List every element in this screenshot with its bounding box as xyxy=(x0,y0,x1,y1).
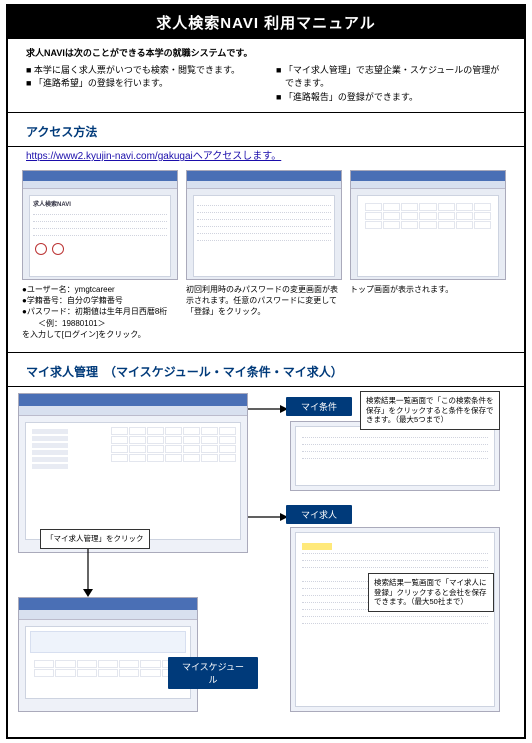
access-captions-row: ●ユーザー名：ymgtcareer ●学籍番号：自分の学籍番号 ●パスワード：初… xyxy=(8,280,524,352)
manage-diagram: 「マイ求人管理」をクリック マイスケジュール マイ条件 検索結果一覧画面で「この… xyxy=(8,387,524,737)
arrow-main-to-mykyujin xyxy=(248,511,290,523)
intro-bullet: ■ 「マイ求人管理」で志望企業・スケジュールの管理ができます。 xyxy=(276,64,506,91)
intro-col-right: ■ 「マイ求人管理」で志望企業・スケジュールの管理ができます。 ■ 「進路報告」… xyxy=(276,64,506,105)
note-save-conditions: 検索結果一覧画面で「この検索条件を保存」をクリックすると条件を保存できます。（最… xyxy=(360,391,500,430)
page-title: 求人検索NAVI 利用マニュアル xyxy=(8,6,524,39)
arrow-main-to-myjoken xyxy=(248,403,290,415)
intro-bullet: ■ 「進路希望」の登録を行います。 xyxy=(26,77,256,91)
caption-top: トップ画面が表示されます。 xyxy=(350,284,506,340)
cert-badge-icon xyxy=(52,243,64,255)
section-heading-access: アクセス方法 xyxy=(8,113,524,146)
access-url-link[interactable]: https://www2.kyujin-navi.com/gakugaiへアクセ… xyxy=(26,151,281,162)
screenshot-schedule xyxy=(18,597,198,712)
manual-page: 求人検索NAVI 利用マニュアル 求人NAVIは次のことができる本学の就職システ… xyxy=(6,4,526,739)
screenshot-app-label: 求人検索NAVI xyxy=(33,202,71,208)
note-save-company: 検索結果一覧画面で「マイ求人に登録」クリックすると会社を保存できます。（最大50… xyxy=(368,573,494,612)
caption-login: ●ユーザー名：ymgtcareer ●学籍番号：自分の学籍番号 ●パスワード：初… xyxy=(22,284,178,340)
caption-password: 初回利用時のみパスワードの変更画面が表示されます。任意のパスワードに変更して「登… xyxy=(186,284,342,340)
intro-block: 求人NAVIは次のことができる本学の就職システムです。 ■ 本学に届く求人票がい… xyxy=(8,39,524,112)
cert-badge-icon xyxy=(35,243,47,255)
intro-bullet: ■ 「進路報告」の登録ができます。 xyxy=(276,91,506,105)
access-url-line: https://www2.kyujin-navi.com/gakugaiへアクセ… xyxy=(8,147,524,170)
screenshot-mykyujin xyxy=(290,527,500,712)
callout-main: 「マイ求人管理」をクリック xyxy=(40,529,150,549)
screenshot-myjoken xyxy=(290,421,500,491)
tag-myjoken: マイ条件 xyxy=(286,397,352,416)
section-heading-manage: マイ求人管理 （マイスケジュール・マイ条件・マイ求人） xyxy=(8,353,524,386)
arrow-main-to-schedule xyxy=(68,547,108,602)
access-screenshots-row: 求人検索NAVI xyxy=(8,170,524,280)
screenshot-password-change xyxy=(186,170,342,280)
intro-col-left: ■ 本学に届く求人票がいつでも検索・閲覧できます。 ■ 「進路希望」の登録を行い… xyxy=(26,64,256,105)
screenshot-top xyxy=(350,170,506,280)
screenshot-login: 求人検索NAVI xyxy=(22,170,178,280)
intro-bullet: ■ 本学に届く求人票がいつでも検索・閲覧できます。 xyxy=(26,64,256,78)
tag-mykyujin: マイ求人 xyxy=(286,505,352,524)
intro-lead: 求人NAVIは次のことができる本学の就職システムです。 xyxy=(26,47,506,61)
tag-myschedule: マイスケジュール xyxy=(168,657,258,689)
